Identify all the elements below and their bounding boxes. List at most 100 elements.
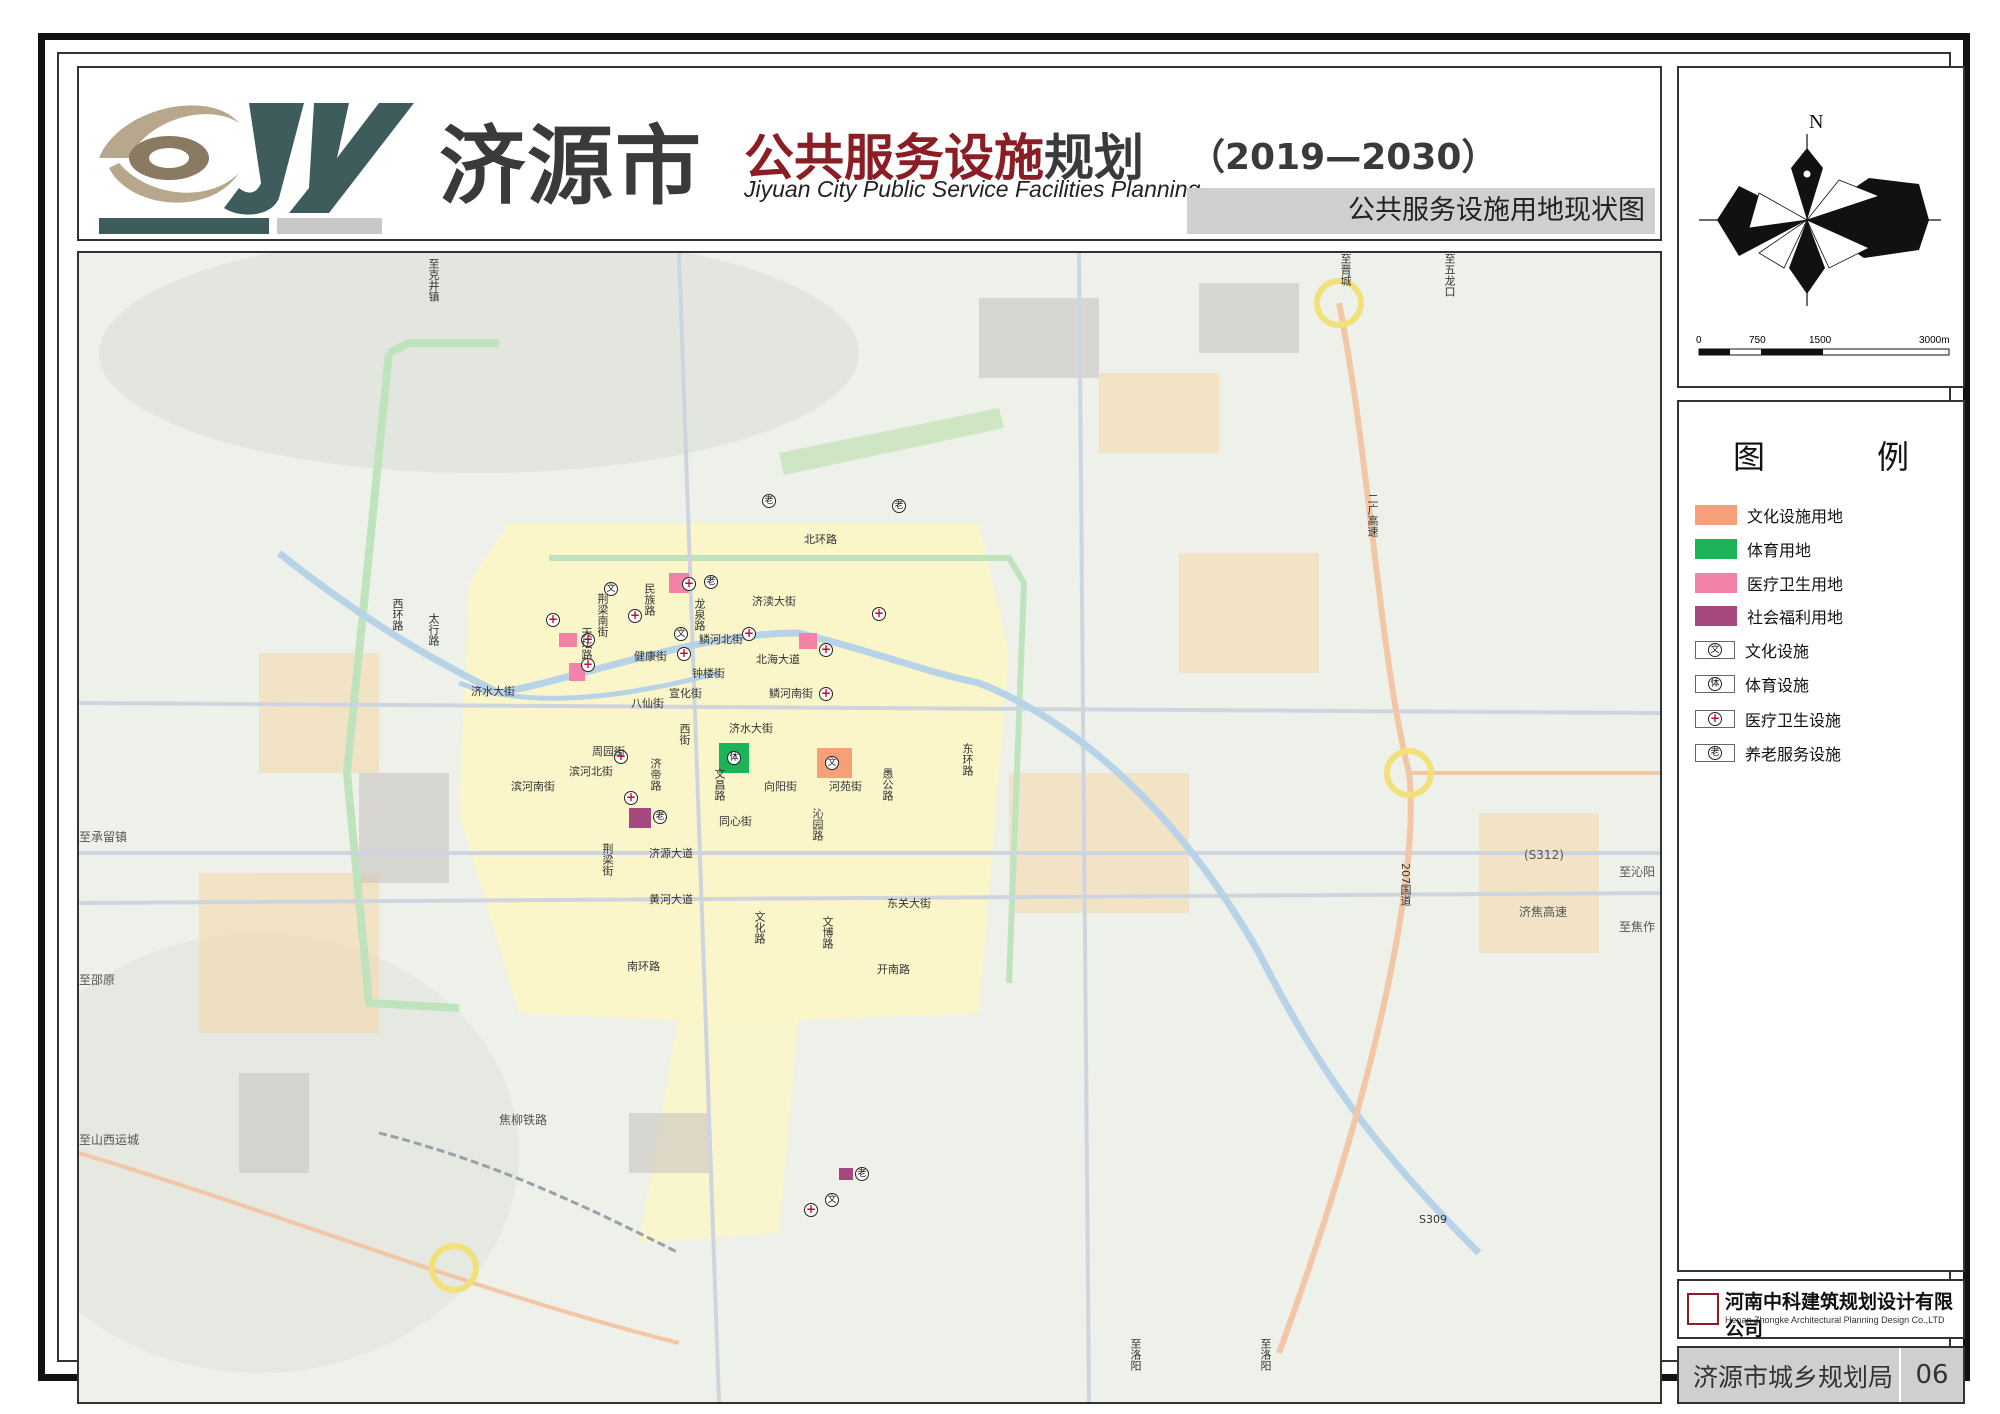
- road-label: 同心街: [719, 815, 752, 828]
- office-panel: 济源市城乡规划局 06: [1677, 1346, 1965, 1404]
- road-label: 愚公路: [881, 768, 894, 801]
- culture-symbol-icon: 文: [825, 1193, 839, 1207]
- legend-label: 医疗卫生用地: [1747, 575, 1844, 594]
- road-label: (S312): [1524, 848, 1564, 862]
- road-label: 至洛阳: [1259, 1338, 1272, 1371]
- road-label: 河苑街: [829, 780, 862, 793]
- medical-symbol-icon: +: [682, 576, 696, 591]
- road-label: 宣化街: [669, 687, 702, 700]
- road-label: 文昌路: [713, 768, 726, 801]
- road-label: 济焦高速: [1519, 905, 1568, 919]
- office-name: 济源市城乡规划局: [1693, 1363, 1894, 1392]
- land-use-map: [79, 253, 1660, 1402]
- legend-panel: 图 例 文化设施用地 体育用地 医疗卫生用地 社会福利用地 文 文化设施 体 体…: [1677, 400, 1965, 1272]
- road-label: 东环路: [961, 743, 974, 776]
- sports-symbol-icon: 体: [1695, 675, 1735, 693]
- road-label: 北环路: [804, 533, 837, 546]
- road-label: 太行路: [427, 613, 440, 646]
- legend-title: 图 例: [1732, 438, 1949, 476]
- sheet-number: 06: [1899, 1348, 1963, 1402]
- company-logo-icon: [1687, 1293, 1719, 1325]
- jy-logo-icon: [99, 103, 414, 234]
- medical-symbol-icon: +: [742, 626, 756, 641]
- compass-scale-panel: N 0 750 1500 3000m: [1677, 66, 1965, 388]
- legend-label: 体育用地: [1747, 541, 1812, 560]
- road-label: 文化路: [753, 911, 766, 944]
- road-label: 天坛路: [580, 627, 593, 660]
- medical-symbol-icon: +: [819, 642, 833, 657]
- road-label: 八仙街: [631, 697, 664, 710]
- road-label: S309: [1419, 1213, 1447, 1226]
- scale-tick-0: 0: [1696, 335, 1702, 346]
- legend-swatch: [1695, 606, 1737, 626]
- road-label: 至焦作: [1619, 920, 1656, 934]
- medical-symbol-icon: +: [546, 612, 560, 627]
- legend-item: 医疗卫生用地: [1695, 570, 1843, 596]
- legend-item: 社会福利用地: [1695, 603, 1843, 629]
- road-label: 南环路: [627, 960, 660, 973]
- company-name-en: Henan Zhongke Architectural Planning Des…: [1725, 1315, 1945, 1325]
- medical-symbol-icon: +: [628, 608, 642, 623]
- road-label: 民族路: [643, 583, 656, 616]
- road-label: 济水大街: [471, 685, 515, 698]
- road-label: 济渎大街: [752, 595, 796, 608]
- north-label: N: [1809, 111, 1823, 133]
- map-panel: 老 老 文 + 老 + + 文 + + + + + + + + 体 文 + 老 …: [77, 251, 1662, 1404]
- elderly-care-symbol-icon: 老: [704, 575, 718, 589]
- road-label: 焦柳铁路: [499, 1113, 548, 1127]
- road-label: 文博路: [821, 916, 834, 949]
- road-label: 开南路: [877, 963, 910, 976]
- elderly-care-symbol-icon: 老: [855, 1167, 869, 1181]
- culture-symbol-icon: 文: [1695, 641, 1735, 659]
- legend-label: 医疗卫生设施: [1745, 711, 1842, 730]
- road-label: 滨河南街: [511, 780, 555, 793]
- welfare-land-parcel: [629, 808, 651, 828]
- road-label: 沁园路: [811, 808, 824, 841]
- road-label: 至晋城: [1339, 253, 1352, 286]
- medical-symbol-icon: +: [677, 646, 691, 661]
- medical-symbol-icon: +: [624, 790, 638, 805]
- road-label: 鳞河南街: [769, 687, 813, 700]
- road-label: 周园街: [592, 745, 625, 758]
- scale-tick-750: 750: [1749, 335, 1766, 346]
- road-label: 二广高速: [1366, 493, 1379, 537]
- road-label: 向阳街: [764, 780, 797, 793]
- road-label: 至承留镇: [79, 830, 128, 844]
- english-title: Jiyuan City Public Service Facilities Pl…: [744, 176, 1201, 202]
- inner-frame: 济源市 公共服务设施规划 （2019—2030） Jiyuan City Pub…: [57, 52, 1965, 1404]
- legend-swatch: [1695, 505, 1737, 525]
- road-label: 滨河北街: [569, 765, 613, 778]
- road-label: 荆梁南街: [596, 593, 609, 637]
- legend-item: 老 养老服务设施: [1695, 740, 1841, 766]
- road-label: 济源大道: [649, 847, 693, 860]
- road-label: 钟楼街: [692, 667, 725, 680]
- road-label: 至邵原: [79, 973, 116, 987]
- road-label: 至洛阳: [1129, 1338, 1142, 1371]
- road-label: 至五龙口: [1443, 253, 1456, 297]
- road-label: 济帝路: [649, 758, 662, 791]
- legend-item: 文化设施用地: [1695, 502, 1843, 528]
- road-label: 健康街: [634, 650, 667, 663]
- legend-swatch: [1695, 539, 1737, 559]
- medical-symbol-icon: +: [819, 686, 833, 701]
- plan-years: （2019—2030）: [1189, 137, 1498, 178]
- legend-item: 文 文化设施: [1695, 637, 1809, 663]
- road-label: 西街: [678, 723, 691, 745]
- legend-label: 社会福利用地: [1747, 608, 1844, 627]
- title-block: 济源市 公共服务设施规划 （2019—2030） Jiyuan City Pub…: [77, 66, 1662, 241]
- company-panel: 河南中科建筑规划设计有限公司 Henan Zhongke Architectur…: [1677, 1279, 1965, 1340]
- north-arrow-icon: N 0 750 1500 3000m: [1696, 111, 1950, 356]
- road-label: 鳞河北街: [699, 633, 743, 646]
- elderly-care-symbol-icon: 老: [892, 499, 906, 513]
- elderly-care-symbol-icon: 老: [1695, 744, 1735, 762]
- road-label: 济水大街: [729, 722, 773, 735]
- road-label: 至克井镇: [427, 258, 440, 302]
- road-label: 西环路: [391, 598, 404, 631]
- sheet-title: 公共服务设施用地现状图: [1187, 188, 1655, 234]
- legend-label: 文化设施: [1745, 642, 1810, 661]
- elderly-care-symbol-icon: 老: [762, 494, 776, 508]
- road-label: 荆梁街: [601, 843, 614, 876]
- welfare-land-parcel: [839, 1168, 853, 1180]
- scale-bar: 0 750 1500 3000m: [1696, 335, 1950, 356]
- map-sheet-frame: 济源市 公共服务设施规划 （2019—2030） Jiyuan City Pub…: [38, 33, 1970, 1404]
